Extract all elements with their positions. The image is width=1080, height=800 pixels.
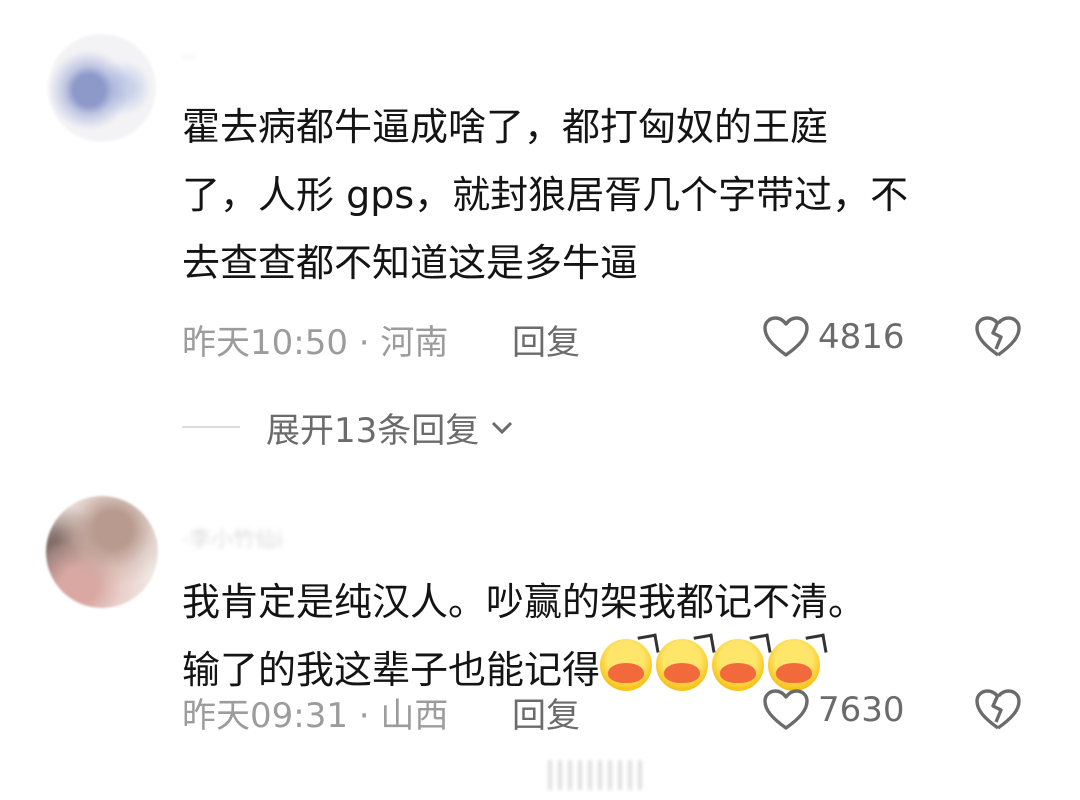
laughing-cry-emoji — [656, 639, 709, 691]
comment-text-line: 我肯定是纯汉人。吵赢的架我都记不清。 — [182, 580, 867, 624]
broken-heart-icon — [975, 316, 1021, 357]
comment-time-location: 昨天09:31 · 山西 — [182, 696, 449, 736]
reply-button[interactable]: 回复 — [512, 688, 580, 737]
comment-meta: 昨天09:31 · 山西 回复 7630 — [182, 688, 1080, 738]
divider-line — [182, 426, 240, 428]
dislike-button[interactable] — [974, 315, 1022, 368]
comment-username[interactable]: ·· — [182, 46, 230, 72]
comment-time-location: 昨天10:50 · 河南 — [182, 323, 449, 363]
avatar[interactable] — [48, 34, 156, 142]
laughing-cry-emoji — [768, 639, 821, 691]
dislike-button[interactable] — [974, 688, 1022, 741]
like-button[interactable]: 4816 — [762, 315, 905, 359]
watermark — [548, 760, 648, 790]
heart-icon — [763, 689, 809, 730]
broken-heart-icon — [975, 689, 1021, 730]
comment-text: 我肯定是纯汉人。吵赢的架我都记不清。 输了的我这辈子也能记得 — [182, 568, 1042, 704]
chevron-down-icon — [492, 421, 513, 435]
heart-icon — [763, 316, 809, 357]
comment-username[interactable]: ·李小竹仙i — [182, 522, 392, 548]
comment-text-line: 输了的我这辈子也能记得 — [182, 648, 601, 692]
comment-item: ·李小竹仙i 我肯定是纯汉人。吵赢的架我都记不清。 输了的我这辈子也能记得 昨天… — [0, 470, 1080, 800]
reply-button[interactable]: 回复 — [512, 315, 580, 364]
like-count: 7630 — [818, 690, 905, 730]
expand-replies-label: 展开13条回复 — [266, 410, 480, 451]
comment-text: 霍去病都牛逼成啥了，都打匈奴的王庭 了，人形 gps，就封狼居胥几个字带过，不 … — [182, 105, 909, 285]
avatar[interactable] — [46, 496, 158, 608]
comment-meta: 昨天10:50 · 河南 回复 4816 — [182, 315, 1080, 365]
laughing-cry-emoji — [712, 639, 765, 691]
comment-item: ·· 霍去病都牛逼成啥了，都打匈奴的王庭 了，人形 gps，就封狼居胥几个字带过… — [0, 0, 1080, 470]
expand-replies-button[interactable]: 展开13条回复 — [182, 405, 517, 451]
like-count: 4816 — [818, 317, 905, 357]
like-button[interactable]: 7630 — [762, 688, 905, 732]
laughing-cry-emoji — [600, 639, 653, 691]
